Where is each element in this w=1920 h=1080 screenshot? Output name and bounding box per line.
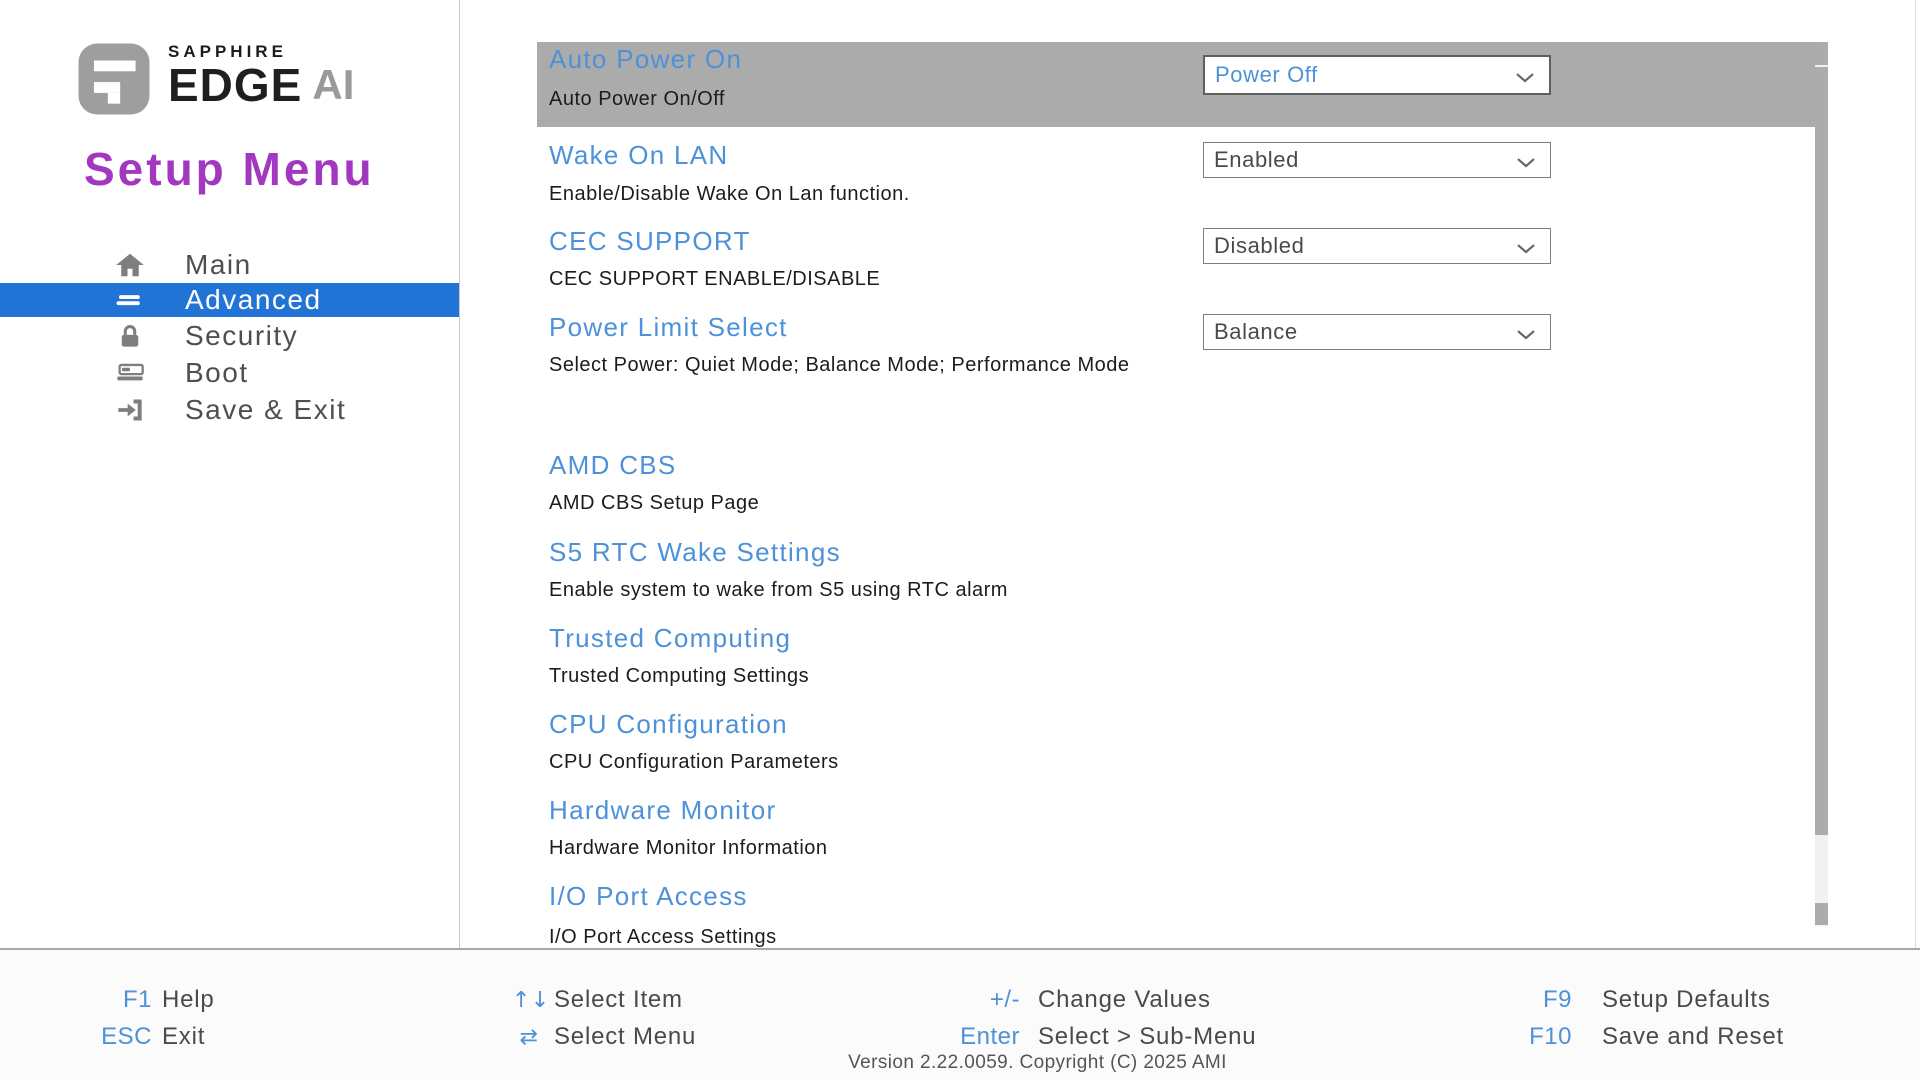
- dropdown-auto-power-on[interactable]: Power Off: [1203, 55, 1551, 95]
- exit-icon: [112, 397, 148, 423]
- dropdown-value: Enabled: [1214, 147, 1299, 173]
- help-bar: F1 Help ESC Exit ↑↓ Select Item ⇄ Select…: [0, 948, 1920, 1080]
- bios-setup-screen: SAPPHIRE EDGE AI Setup Menu Main: [0, 0, 1920, 1080]
- submenu-cpu-configuration[interactable]: CPU Configuration: [549, 709, 788, 740]
- key-label: +/-: [940, 986, 1020, 1014]
- dropdown-power-limit[interactable]: Balance: [1203, 314, 1551, 350]
- setting-wake-on-lan[interactable]: Wake On LAN: [549, 140, 729, 171]
- sidebar-item-label: Security: [185, 320, 298, 352]
- key-label: F9: [1522, 986, 1572, 1014]
- setting-power-limit-select[interactable]: Power Limit Select: [549, 312, 788, 343]
- dropdown-value: Disabled: [1214, 233, 1304, 259]
- sidebar-item-save-exit[interactable]: Save & Exit: [0, 391, 459, 428]
- version-text: Version 2.22.0059. Copyright (C) 2025 AM…: [0, 1052, 1920, 1074]
- submenu-amd-cbs[interactable]: AMD CBS: [549, 450, 677, 481]
- submenu-description: CPU Configuration Parameters: [549, 751, 839, 774]
- chevron-down-icon: [1515, 63, 1535, 89]
- key-action: Setup Defaults: [1602, 986, 1771, 1014]
- setup-menu-title: Setup Menu: [84, 142, 375, 196]
- key-action: Select > Sub-Menu: [1038, 1023, 1256, 1051]
- help-key-f9: F9 Setup Defaults: [1522, 986, 1771, 1014]
- submenu-trusted-computing[interactable]: Trusted Computing: [549, 623, 791, 654]
- help-key-select-item: ↑↓ Select Item: [512, 986, 683, 1015]
- key-label: Enter: [940, 1023, 1020, 1051]
- sidebar: SAPPHIRE EDGE AI Setup Menu Main: [0, 0, 460, 948]
- dropdown-value: Power Off: [1215, 62, 1318, 88]
- scrollbar-thumb[interactable]: [1815, 67, 1828, 835]
- arrows-left-right-icon: ⇄: [512, 1024, 546, 1052]
- help-key-esc: ESC Exit: [90, 1023, 205, 1051]
- dropdown-wake-on-lan[interactable]: Enabled: [1203, 142, 1551, 178]
- chevron-down-icon: [1516, 148, 1536, 174]
- sidebar-item-label: Boot: [185, 357, 249, 389]
- brand-ai: AI: [312, 63, 354, 107]
- dropdown-value: Balance: [1214, 319, 1298, 345]
- help-key-f1: F1 Help: [90, 986, 215, 1014]
- submenu-io-port-access[interactable]: I/O Port Access: [549, 881, 748, 912]
- help-key-enter: Enter Select > Sub-Menu: [940, 1023, 1256, 1051]
- submenu-description: I/O Port Access Settings: [549, 926, 777, 948]
- sapphire-logo-icon: [77, 42, 151, 116]
- submenu-description: Enable system to wake from S5 using RTC …: [549, 579, 1008, 602]
- submenu-s5-rtc-wake[interactable]: S5 RTC Wake Settings: [549, 537, 841, 568]
- key-action: Help: [162, 986, 215, 1014]
- sidebar-item-advanced[interactable]: Advanced: [0, 283, 459, 317]
- drive-icon: [112, 361, 148, 385]
- chevron-down-icon: [1516, 234, 1536, 260]
- sidebar-item-label: Advanced: [185, 284, 322, 316]
- settings-panel: Auto Power On Auto Power On/Off Power Of…: [460, 0, 1920, 948]
- brand-edge: EDGE: [168, 63, 302, 107]
- setting-description: CEC SUPPORT ENABLE/DISABLE: [549, 268, 880, 291]
- sliders-icon: [112, 289, 148, 311]
- key-action: Save and Reset: [1602, 1023, 1784, 1051]
- key-action: Select Menu: [554, 1023, 696, 1051]
- sidebar-item-main[interactable]: Main: [0, 246, 459, 283]
- brand-text: SAPPHIRE EDGE AI: [168, 42, 354, 107]
- lock-icon: [112, 323, 148, 349]
- submenu-hardware-monitor[interactable]: Hardware Monitor: [549, 795, 776, 826]
- arrows-up-down-icon: ↑↓: [512, 987, 546, 1015]
- key-action: Exit: [162, 1023, 205, 1051]
- help-key-f10: F10 Save and Reset: [1522, 1023, 1784, 1051]
- submenu-description: Hardware Monitor Information: [549, 837, 828, 860]
- setting-description: Auto Power On/Off: [549, 88, 725, 111]
- help-key-change-values: +/- Change Values: [940, 986, 1211, 1014]
- sidebar-item-boot[interactable]: Boot: [0, 354, 459, 391]
- key-label: F1: [90, 986, 152, 1014]
- setting-description: Select Power: Quiet Mode; Balance Mode; …: [549, 354, 1130, 377]
- sidebar-item-security[interactable]: Security: [0, 317, 459, 354]
- help-key-select-menu: ⇄ Select Menu: [512, 1023, 696, 1052]
- viewport-right-edge: [1915, 0, 1916, 948]
- key-action: Change Values: [1038, 986, 1211, 1014]
- key-label: F10: [1522, 1023, 1572, 1051]
- key-label: ESC: [90, 1023, 152, 1051]
- setting-cec-support[interactable]: CEC SUPPORT: [549, 226, 751, 257]
- setting-description: Enable/Disable Wake On Lan function.: [549, 183, 910, 206]
- submenu-description: AMD CBS Setup Page: [549, 492, 759, 515]
- setting-auto-power-on[interactable]: Auto Power On: [549, 44, 742, 75]
- sidebar-nav: Main Advanced Security: [0, 246, 459, 428]
- scrollbar-bottom-cap[interactable]: [1815, 903, 1828, 925]
- submenu-description: Trusted Computing Settings: [549, 665, 809, 688]
- sidebar-item-label: Main: [185, 249, 252, 281]
- home-icon: [112, 252, 148, 278]
- chevron-down-icon: [1516, 320, 1536, 346]
- scrollbar[interactable]: [1815, 42, 1828, 926]
- key-action: Select Item: [554, 986, 683, 1014]
- dropdown-cec-support[interactable]: Disabled: [1203, 228, 1551, 264]
- scrollbar-top-cap[interactable]: [1815, 42, 1828, 65]
- sidebar-item-label: Save & Exit: [185, 394, 346, 426]
